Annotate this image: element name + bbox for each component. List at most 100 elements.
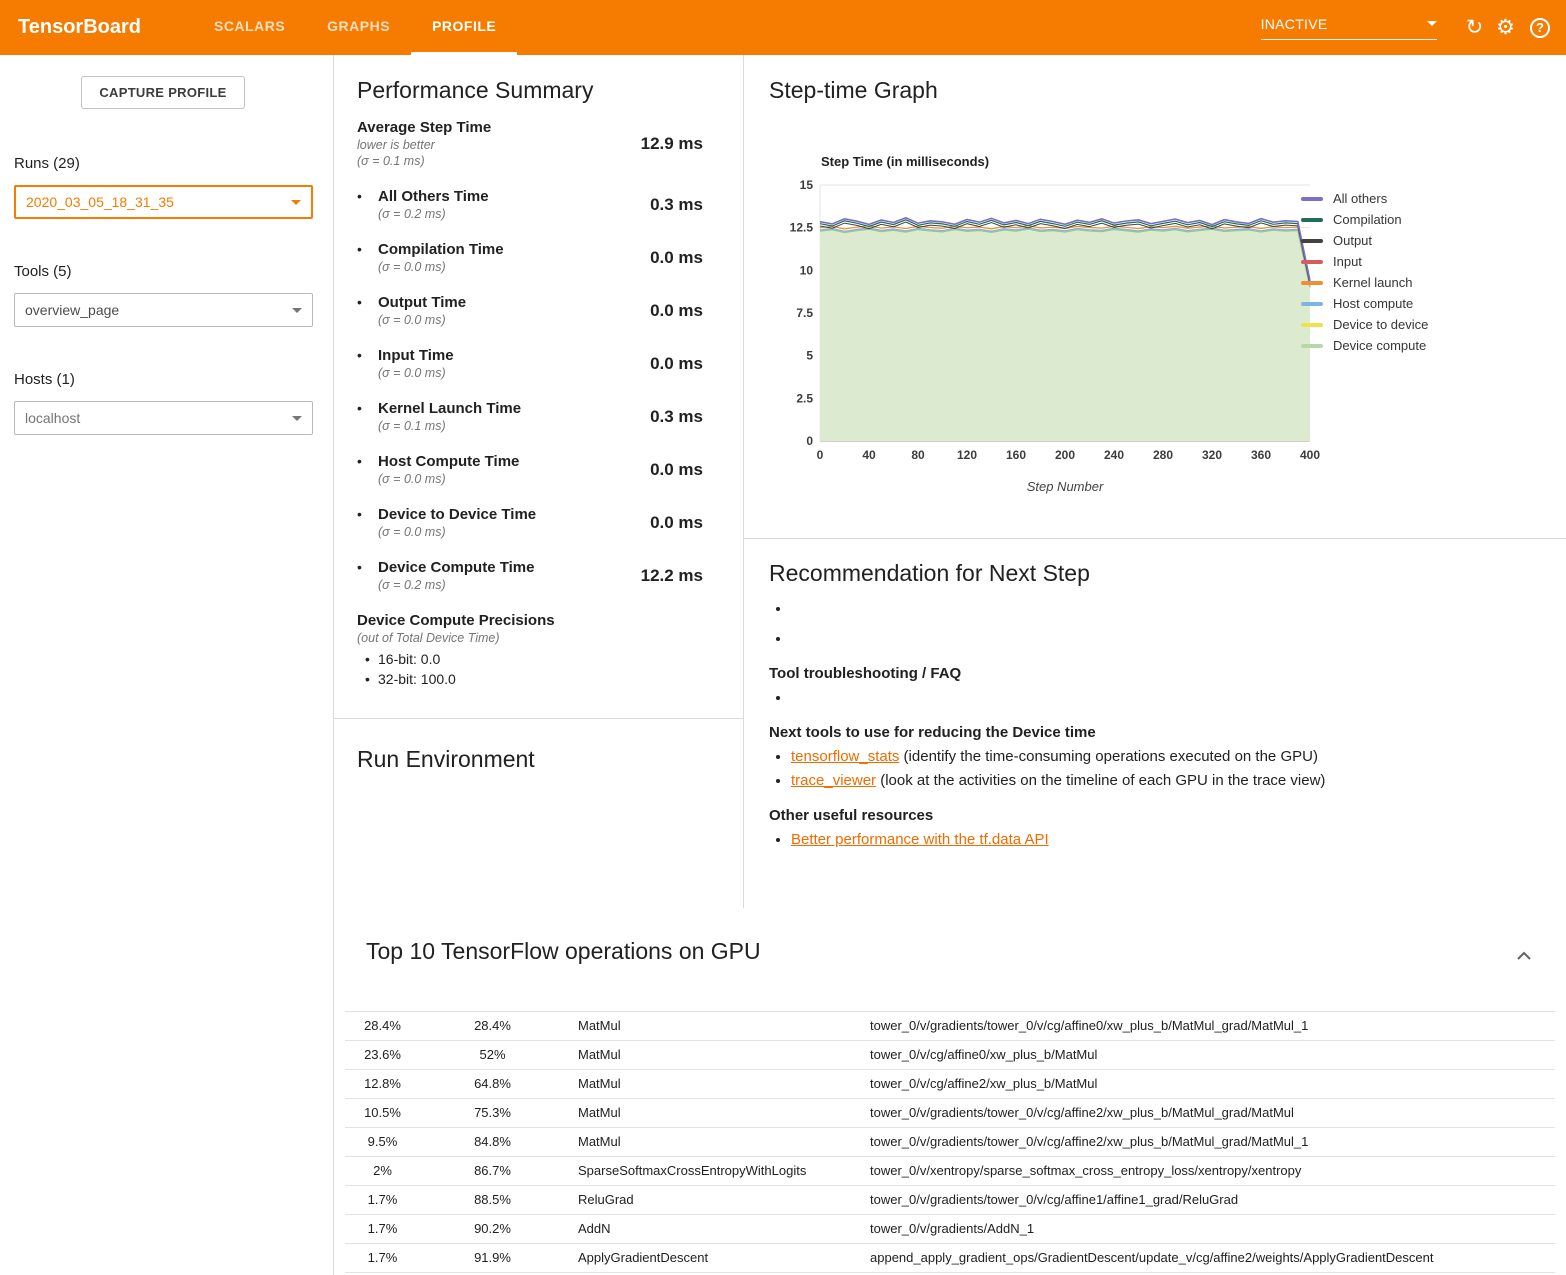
table-row: 1.7% 91.9% ApplyGradientDescent append_a… <box>345 1243 1555 1272</box>
legend-swatch <box>1301 239 1323 243</box>
sidebar: CAPTURE PROFILE Runs (29) 2020_03_05_18_… <box>0 55 334 1275</box>
precision-item: • 32-bit: 100.0 <box>357 669 703 689</box>
operation-cell: tower_0/v/cg/affine2/xw_plus_b/MatMul <box>870 1069 1555 1098</box>
time-percent-cell: 28.4% <box>345 1011 420 1040</box>
top-bar-controls: INACTIVE ↻ ⚙ ? <box>1261 0 1550 55</box>
cumulative-percent-cell: 75.3% <box>420 1098 565 1127</box>
legend-item: Output <box>1301 230 1428 251</box>
bullet-icon: • <box>357 399 378 434</box>
x-axis-title: Step Number <box>820 479 1310 494</box>
precision-value: 32-bit: 100.0 <box>378 669 456 689</box>
operation-cell: tower_0/v/gradients/AddN_1 <box>870 1214 1555 1243</box>
collapse-icon[interactable] <box>1512 944 1536 973</box>
tools-label: Tools (5) <box>14 263 72 280</box>
resource-link[interactable]: Better performance with the tf.data API <box>791 831 1049 848</box>
bullet-icon: • <box>365 649 378 669</box>
next-tools-list: tensorflow_stats (identify the time-cons… <box>769 747 1526 790</box>
tools-dropdown[interactable]: overview_page <box>14 293 313 327</box>
metric-name: Output Time <box>378 293 466 312</box>
svg-text:7.5: 7.5 <box>796 306 813 320</box>
hosts-dropdown[interactable]: localhost <box>14 401 313 435</box>
svg-text:2.5: 2.5 <box>796 391 813 405</box>
metric-value: 0.0 ms <box>650 513 703 533</box>
refresh-icon[interactable]: ↻ <box>1466 17 1484 38</box>
other-resource-item: Better performance with the tf.data API <box>791 830 1526 849</box>
metric-name: Kernel Launch Time <box>378 399 521 418</box>
precisions-title: Device Compute Precisions <box>357 611 703 630</box>
step-time-chart: 02.557.51012.515040801201602002402803203… <box>780 173 1324 485</box>
cumulative-percent-cell: 90.2% <box>420 1214 565 1243</box>
svg-text:10: 10 <box>800 263 814 277</box>
bullet-icon: • <box>357 293 378 328</box>
table-header-row <box>345 985 1555 1011</box>
legend-label: Kernel launch <box>1333 275 1413 290</box>
metric-name: Device Compute Time <box>378 558 534 577</box>
time-percent-cell: 12.8% <box>345 1069 420 1098</box>
column-header <box>565 985 870 1011</box>
next-tools-heading: Next tools to use for reducing the Devic… <box>769 724 1526 741</box>
chevron-down-icon <box>292 308 302 313</box>
category-cell: MatMul <box>565 1011 870 1040</box>
metric-name: Device to Device Time <box>378 505 536 524</box>
legend-label: Device to device <box>1333 317 1428 332</box>
tab-profile[interactable]: PROFILE <box>411 0 517 55</box>
legend-item: Device to device <box>1301 314 1428 335</box>
category-cell: SparseSoftmaxCrossEntropyWithLogits <box>565 1156 870 1185</box>
svg-text:15: 15 <box>800 178 814 192</box>
tool-link[interactable]: tensorflow_stats <box>791 748 899 765</box>
tool-description: (identify the time-consuming operations … <box>899 748 1318 765</box>
operation-cell: tower_0/v/cg/affine0/xw_plus_b/MatMul <box>870 1040 1555 1069</box>
metric-value: 0.3 ms <box>650 407 703 427</box>
tool-link[interactable]: trace_viewer <box>791 772 876 789</box>
metric-row: • Device Compute Time (σ = 0.2 ms) 12.2 … <box>357 558 703 593</box>
category-cell: ApplyGradientDescent <box>565 1243 870 1272</box>
category-cell: MatMul <box>565 1098 870 1127</box>
recommendation-section: Recommendation for Next Step Tool troubl… <box>743 538 1566 854</box>
precisions-note: (out of Total Device Time) <box>357 630 703 646</box>
other-resources-list: Better performance with the tf.data API <box>769 830 1526 849</box>
svg-text:40: 40 <box>862 448 876 462</box>
table-row: 1.7% 88.5% ReluGrad tower_0/v/gradients/… <box>345 1185 1555 1214</box>
legend-swatch <box>1301 197 1323 201</box>
metric-sigma: (σ = 0.0 ms) <box>378 471 519 487</box>
column-header <box>420 985 565 1011</box>
legend-label: Compilation <box>1333 212 1402 227</box>
capture-profile-button[interactable]: CAPTURE PROFILE <box>81 76 245 109</box>
metric-value: 0.0 ms <box>650 354 703 374</box>
metric-row: Average Step Time lower is better (σ = 0… <box>357 118 703 169</box>
time-percent-cell: 23.6% <box>345 1040 420 1069</box>
tools-dropdown-value: overview_page <box>25 302 119 318</box>
tab-graphs[interactable]: GRAPHS <box>306 0 411 55</box>
legend-label: Host compute <box>1333 296 1413 311</box>
metric-name: Average Step Time <box>357 118 491 137</box>
time-percent-cell: 2% <box>345 1156 420 1185</box>
legend-label: Device compute <box>1333 338 1426 353</box>
tab-scalars[interactable]: SCALARS <box>193 0 306 55</box>
category-cell: MatMul <box>565 1040 870 1069</box>
legend-item: Compilation <box>1301 209 1428 230</box>
precision-value: 16-bit: 0.0 <box>378 649 440 669</box>
chevron-down-icon <box>292 416 302 421</box>
status-dropdown[interactable]: INACTIVE <box>1261 16 1437 40</box>
legend-swatch <box>1301 281 1323 285</box>
tab-bar: SCALARS GRAPHS PROFILE <box>193 0 517 55</box>
table-body: 28.4% 28.4% MatMul tower_0/v/gradients/t… <box>345 1011 1555 1272</box>
recommendation-bullet <box>791 629 1526 648</box>
help-icon[interactable]: ? <box>1530 18 1550 38</box>
runs-dropdown[interactable]: 2020_03_05_18_31_35 <box>14 185 313 219</box>
table-row: 12.8% 64.8% MatMul tower_0/v/cg/affine2/… <box>345 1069 1555 1098</box>
time-percent-cell: 1.7% <box>345 1185 420 1214</box>
table-row: 2% 86.7% SparseSoftmaxCrossEntropyWithLo… <box>345 1156 1555 1185</box>
top-ops-table: 28.4% 28.4% MatMul tower_0/v/gradients/t… <box>345 985 1555 1273</box>
gear-icon[interactable]: ⚙ <box>1496 17 1515 38</box>
metric-row: • Kernel Launch Time (σ = 0.1 ms) 0.3 ms <box>357 399 703 434</box>
operation-cell: tower_0/v/gradients/tower_0/v/cg/affine1… <box>870 1185 1555 1214</box>
svg-text:200: 200 <box>1055 448 1075 462</box>
metric-row: • Output Time (σ = 0.0 ms) 0.0 ms <box>357 293 703 328</box>
metric-sigma: (σ = 0.0 ms) <box>378 312 466 328</box>
metric-row: • Input Time (σ = 0.0 ms) 0.0 ms <box>357 346 703 381</box>
run-environment-title: Run Environment <box>357 746 717 773</box>
metric-name: Input Time <box>378 346 454 365</box>
other-resources-heading: Other useful resources <box>769 807 1526 824</box>
metric-value: 0.0 ms <box>650 301 703 321</box>
